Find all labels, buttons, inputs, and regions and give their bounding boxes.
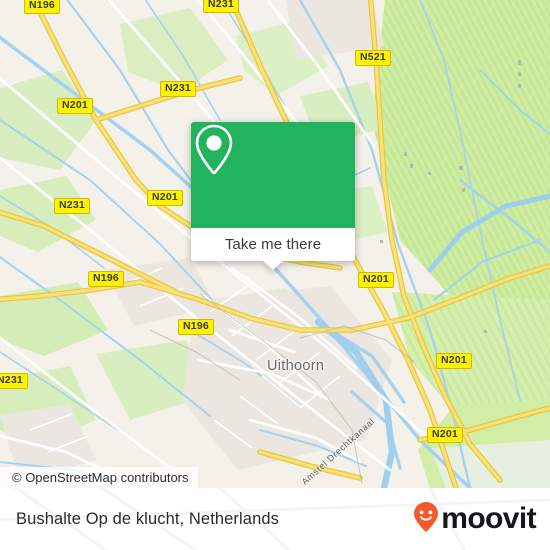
moovit-pin-icon bbox=[413, 501, 439, 538]
road-shield: N201 bbox=[427, 427, 463, 443]
take-me-there-label: Take me there bbox=[224, 236, 322, 253]
road-shield: N201 bbox=[358, 272, 394, 288]
road-shield: N231 bbox=[0, 373, 28, 389]
road-shield: N196 bbox=[24, 0, 60, 14]
road-shield: N201 bbox=[147, 190, 183, 206]
location-popup-card[interactable]: Take me there bbox=[191, 122, 355, 270]
road-shield: N521 bbox=[355, 50, 391, 66]
road-shield: N231 bbox=[203, 0, 239, 13]
osm-attribution[interactable]: © OpenStreetMap contributors bbox=[0, 467, 198, 488]
location-title: Bushalte Op de klucht, Netherlands bbox=[16, 509, 279, 528]
popup-header bbox=[191, 122, 355, 228]
bottom-bar: Bushalte Op de klucht, Netherlands moovi… bbox=[0, 488, 550, 550]
screenshot-root: N196 N231 N521 N201 N231 N231 N201 N196 … bbox=[0, 0, 550, 550]
road-shield: N201 bbox=[57, 98, 93, 114]
road-shield: N231 bbox=[160, 81, 196, 97]
map-canvas[interactable]: N196 N231 N521 N201 N231 N231 N201 N196 … bbox=[0, 0, 550, 488]
popup-action[interactable]: Take me there bbox=[191, 228, 355, 261]
popup-tail bbox=[263, 261, 283, 270]
moovit-logo[interactable]: moovit bbox=[413, 488, 537, 550]
moovit-wordmark: moovit bbox=[441, 502, 536, 535]
road-shield: N201 bbox=[436, 353, 472, 369]
road-shield: N231 bbox=[54, 198, 90, 214]
place-label-uithoorn: Uithoorn bbox=[267, 358, 325, 374]
road-shield: N196 bbox=[178, 319, 214, 335]
road-shield: N196 bbox=[88, 271, 124, 287]
